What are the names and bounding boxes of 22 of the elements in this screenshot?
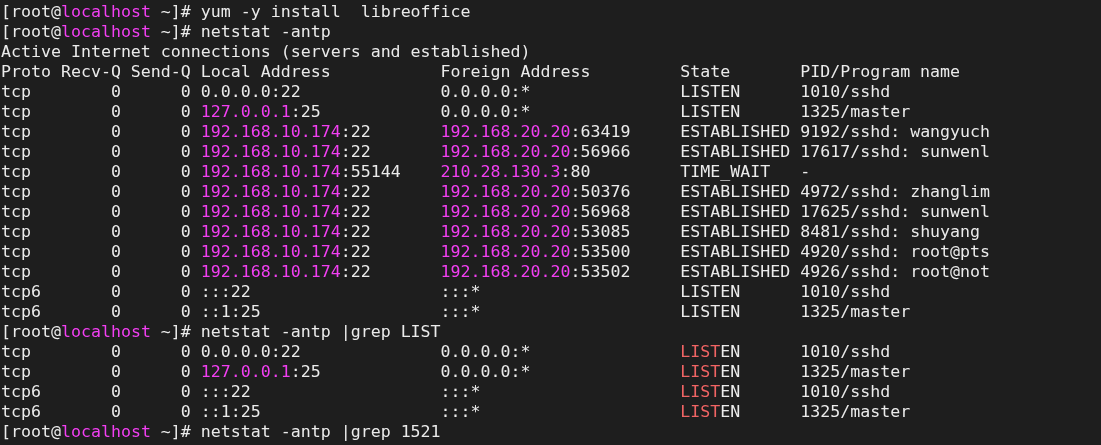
terminal-line: [root@localhost ~]# netstat -antp |grep LIST [1,322,441,342]
terminal-line: [root@localhost ~]# netstat -antp |grep 1521 [1,422,441,442]
terminal-line: [root@localhost ~]# yum -y install libreoffice [1,2,471,22]
terminal-line: tcp 0 0 127.0.0.1:25 0.0.0.0:* LISTEN 1325/master [1,102,911,122]
terminal-line: tcp6 0 0 :::22 :::* LISTEN 1010/sshd [1,282,891,302]
terminal-line: tcp 0 0 192.168.10.174:22 192.168.20.20:56968 ESTABLISHED 17625/sshd: sunwenl [1,202,991,222]
terminal-line: tcp 0 0 192.168.10.174:22 192.168.20.20:63419 ESTABLISHED 9192/sshd: wangyuch [1,122,991,142]
terminal-line: Proto Recv-Q Send-Q Local Address Foreign Address State PID/Program name [1,62,961,82]
terminal-line: tcp6 0 0 :::22 :::* LISTEN 1010/sshd [1,382,891,402]
terminal-line: tcp 0 0 127.0.0.1:25 0.0.0.0:* LISTEN 1325/master [1,362,911,382]
terminal-line: tcp 0 0 0.0.0.0:22 0.0.0.0:* LISTEN 1010/sshd [1,82,891,102]
terminal-line: [root@localhost ~]# netstat -antp [1,22,331,42]
terminal-line: tcp 0 0 192.168.10.174:22 192.168.20.20:50376 ESTABLISHED 4972/sshd: zhanglim [1,182,991,202]
terminal-line: tcp6 0 0 ::1:25 :::* LISTEN 1325/master [1,302,911,322]
terminal-line: tcp 0 0 192.168.10.174:22 192.168.20.20:53085 ESTABLISHED 8481/sshd: shuyang [1,222,981,242]
terminal-line: tcp 0 0 0.0.0.0:22 0.0.0.0:* LISTEN 1010/sshd [1,342,891,362]
terminal-line: tcp6 0 0 ::1:25 :::* LISTEN 1325/master [1,402,911,422]
terminal-line: tcp 0 0 192.168.10.174:22 192.168.20.20:56966 ESTABLISHED 17617/sshd: sunwenl [1,142,991,162]
terminal-line: Active Internet connections (servers and established) [1,42,531,62]
terminal-line: tcp 0 0 192.168.10.174:22 192.168.20.20:53502 ESTABLISHED 4926/sshd: root@not [1,262,991,282]
terminal-line: tcp 0 0 192.168.10.174:22 192.168.20.20:53500 ESTABLISHED 4920/sshd: root@pts [1,242,991,262]
terminal-line: tcp 0 0 192.168.10.174:55144 210.28.130.3:80 TIME_WAIT - [1,162,811,182]
